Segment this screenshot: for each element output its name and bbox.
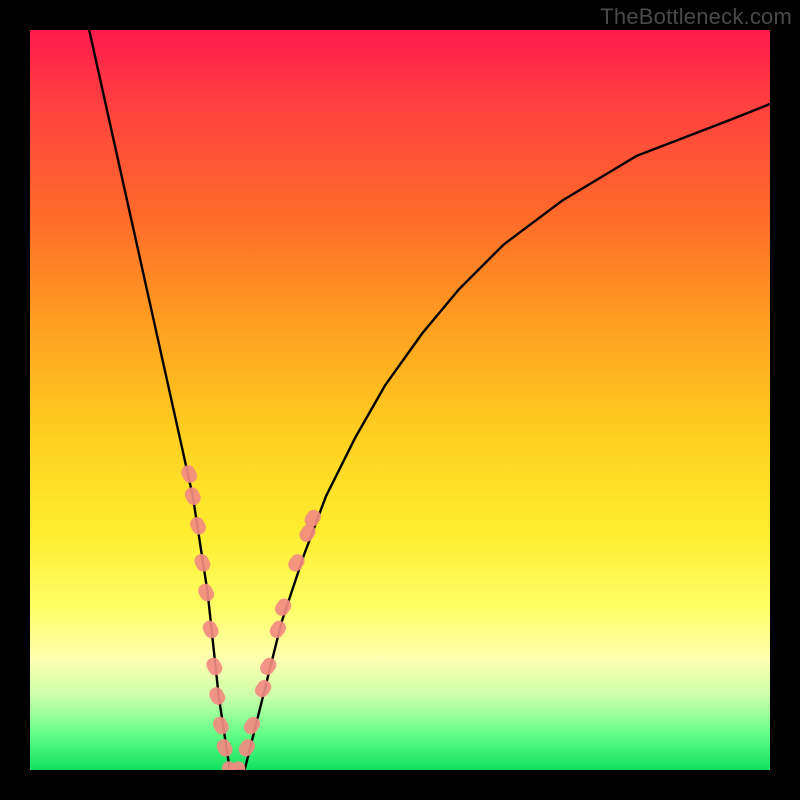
marker-point xyxy=(179,463,200,485)
marker-point xyxy=(192,552,213,574)
curve-layer xyxy=(30,30,770,770)
marker-point xyxy=(207,685,228,707)
chart-frame: TheBottleneck.com xyxy=(0,0,800,800)
marker-point xyxy=(210,714,231,736)
marker-point xyxy=(196,581,217,603)
marker-point xyxy=(241,714,263,737)
bottleneck-curve xyxy=(89,30,770,770)
marker-point xyxy=(257,655,279,678)
marker-point xyxy=(252,677,274,700)
marker-group xyxy=(179,463,324,770)
marker-point xyxy=(236,736,258,759)
plot-area xyxy=(30,30,770,770)
watermark-text: TheBottleneck.com xyxy=(600,4,792,30)
marker-point xyxy=(214,737,235,759)
marker-point xyxy=(200,618,221,640)
marker-point xyxy=(272,596,294,619)
marker-point xyxy=(204,655,225,677)
marker-point xyxy=(182,485,203,507)
marker-point xyxy=(267,618,289,641)
marker-point xyxy=(188,515,209,537)
